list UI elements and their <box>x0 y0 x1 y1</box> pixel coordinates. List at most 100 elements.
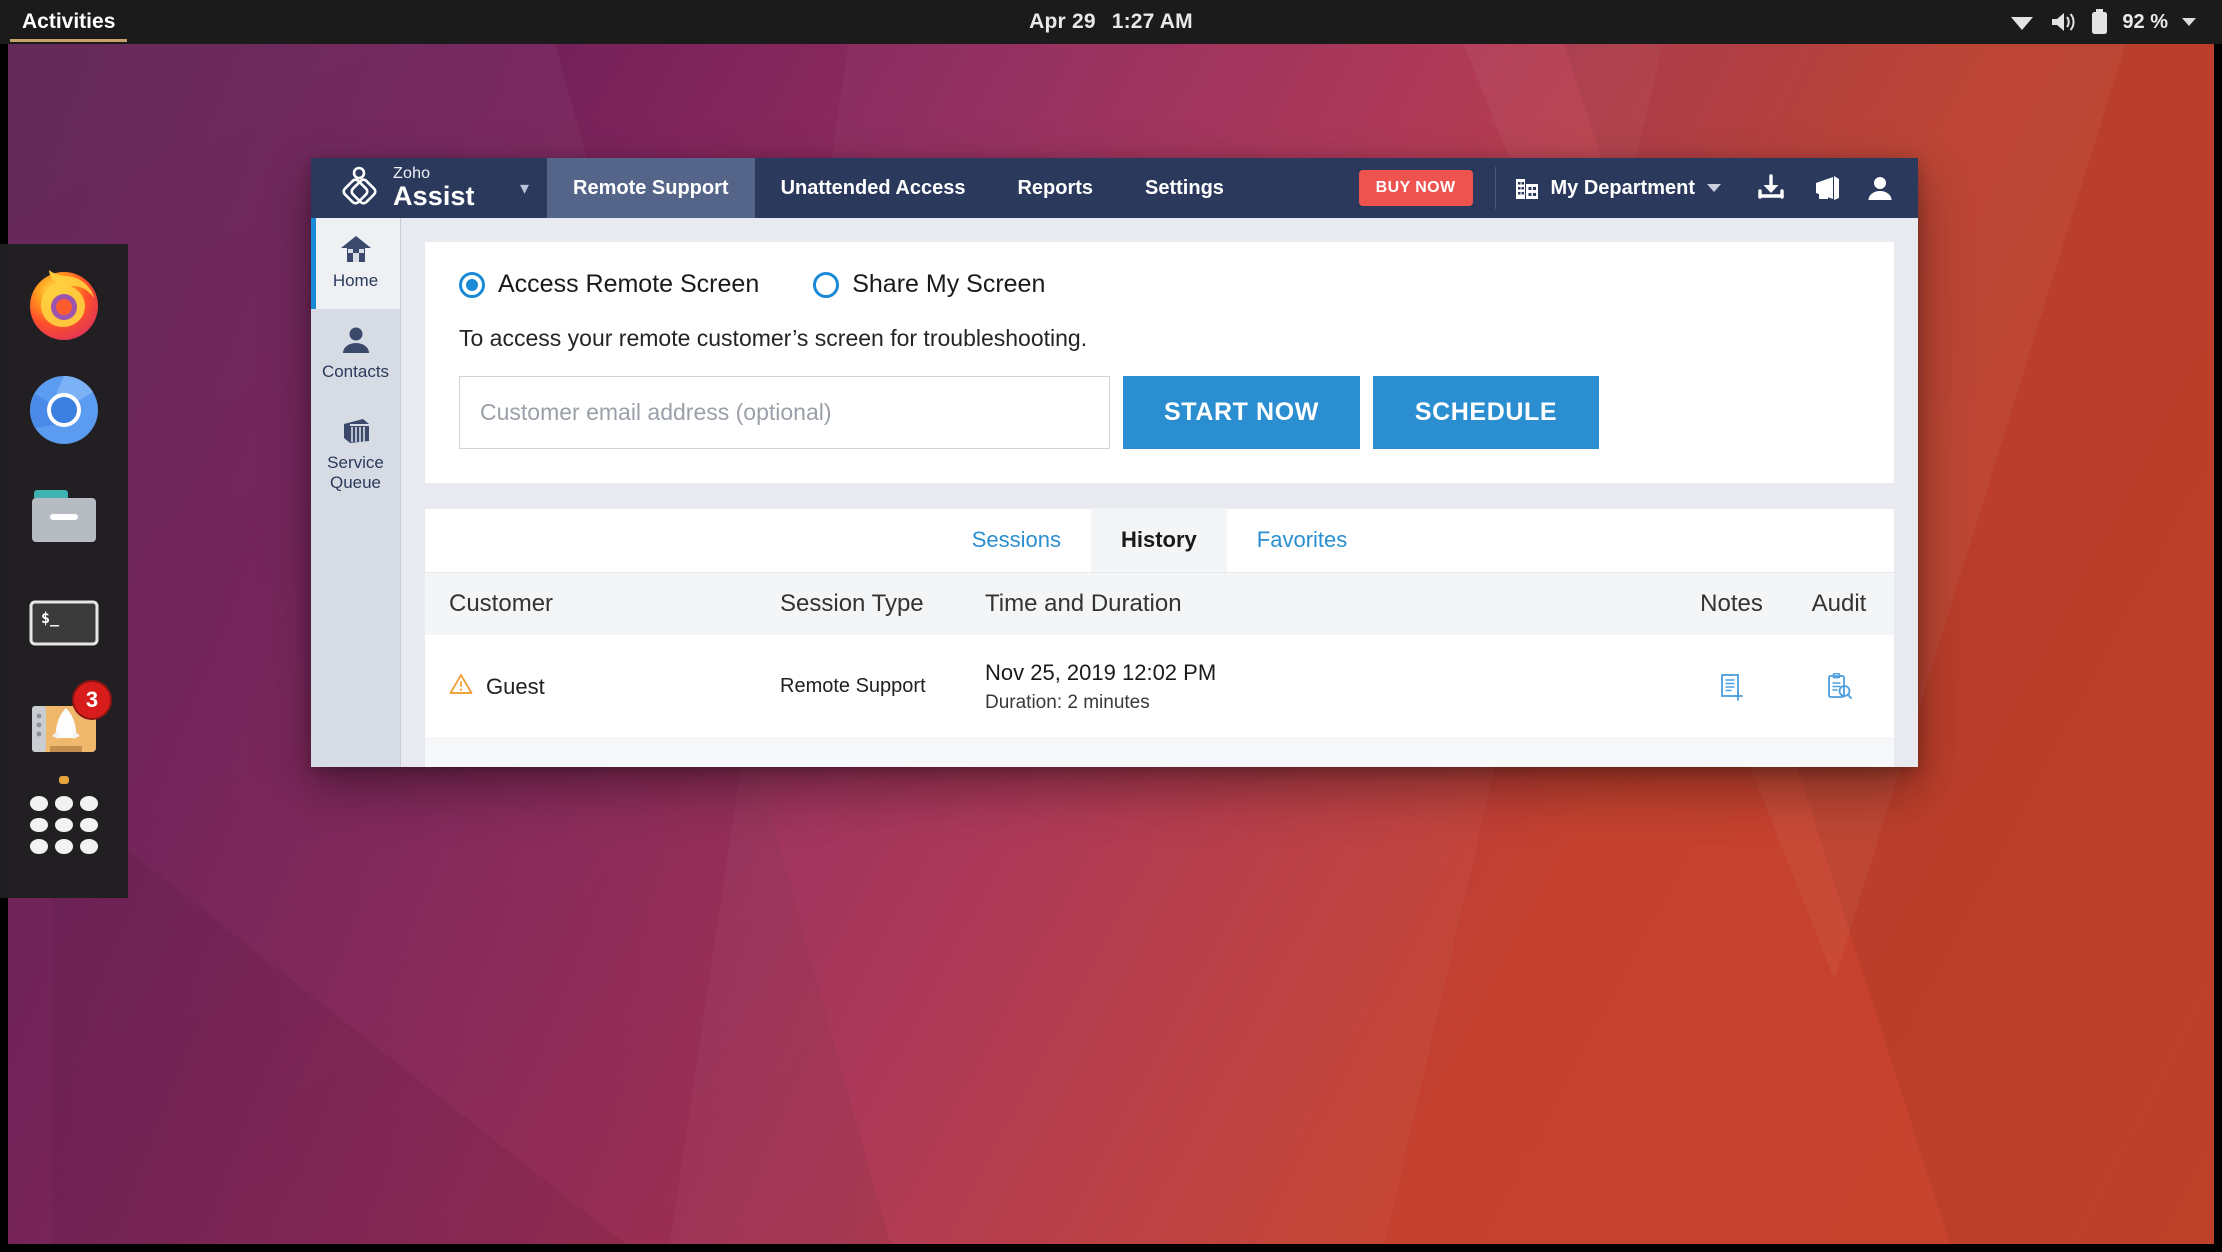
cell-customer-name: Guest <box>486 673 545 699</box>
battery-percentage: 92 % <box>2122 10 2168 33</box>
app-header-actions: BUY NOW My Department <box>1358 158 1918 218</box>
zoho-assist-window: Zoho Assist ▾ Remote Support Unattended … <box>311 158 1918 767</box>
tab-label: Favorites <box>1256 527 1348 552</box>
cell-time-and-duration: Nov 8, 2019 12:21 PM Duration: a few sec… <box>985 760 1679 767</box>
history-tab-bar: Sessions History Favorites <box>425 508 1894 573</box>
dock-item-firefox[interactable] <box>22 262 106 346</box>
department-selector[interactable]: My Department <box>1514 175 1732 201</box>
nav-tab-label: Remote Support <box>573 176 729 199</box>
radio-label: Access Remote Screen <box>498 270 760 298</box>
files-icon <box>32 490 96 542</box>
cell-customer: Guest <box>425 673 780 701</box>
brand-chevron-down-icon[interactable]: ▾ <box>520 178 529 199</box>
activities-button[interactable]: Activities <box>0 0 137 44</box>
app-header-bar: Zoho Assist ▾ Remote Support Unattended … <box>311 158 1918 218</box>
department-label: My Department <box>1550 176 1695 199</box>
nav-tab-label: Settings <box>1145 176 1224 199</box>
screen: Activities Apr 29 1:27 AM 92 % $_ 3 Zoho… <box>0 0 2222 1252</box>
tab-sessions[interactable]: Sessions <box>942 508 1091 572</box>
show-applications-icon <box>22 792 106 858</box>
sidebar-item-label: Service <box>327 453 384 473</box>
left-sidebar: Home Contacts Service Queue <box>311 218 401 767</box>
radio-label: Share My Screen <box>852 270 1046 298</box>
column-header-customer: Customer <box>449 590 554 617</box>
dock-running-indicator <box>59 776 69 784</box>
sidebar-item-label: Contacts <box>321 362 390 382</box>
chromium-icon <box>30 375 98 444</box>
nav-tab-reports[interactable]: Reports <box>991 158 1119 218</box>
sidebar-item-home[interactable]: Home <box>311 218 400 310</box>
column-header-notes: Notes <box>1700 590 1763 617</box>
dock-item-show-applications[interactable] <box>22 792 106 876</box>
warning-triangle-icon <box>449 673 473 701</box>
start-session-card: Access Remote Screen Share My Screen To … <box>425 242 1894 483</box>
svg-text:$_: $_ <box>41 609 60 627</box>
building-icon <box>1514 175 1540 201</box>
cell-time-and-duration: Nov 25, 2019 12:02 PM Duration: 2 minute… <box>985 656 1679 718</box>
app-body: Home Contacts Service Queue Access Remot… <box>311 218 1918 767</box>
gnome-top-bar: Activities Apr 29 1:27 AM 92 % <box>0 0 2222 44</box>
radio-access-remote-screen[interactable]: Access Remote Screen <box>459 270 759 299</box>
start-session-form: START NOW SCHEDULE <box>459 376 1860 449</box>
radio-dot <box>813 271 840 298</box>
table-row[interactable]: malcolm.d@zylker.com Remote Support Nov … <box>425 739 1894 767</box>
nav-tab-settings[interactable]: Settings <box>1119 158 1250 218</box>
sidebar-item-label: Home <box>332 271 379 290</box>
nav-tab-label: Reports <box>1017 176 1094 199</box>
chevron-down-icon <box>1706 183 1722 194</box>
table-body: Guest Remote Support Nov 25, 2019 12:02 … <box>425 635 1894 767</box>
column-header-time-and-duration: Time and Duration <box>985 590 1182 617</box>
sidebar-item-service-queue[interactable]: Service Queue <box>311 400 400 511</box>
dock-item-files[interactable] <box>22 474 106 558</box>
user-icon[interactable] <box>1866 174 1918 202</box>
contacts-icon <box>315 325 396 355</box>
start-now-button[interactable]: START NOW <box>1123 376 1360 449</box>
dock-item-ubuntu-software[interactable]: 3 <box>22 680 112 784</box>
activities-label: Activities <box>22 10 116 33</box>
dock-badge-count: 3 <box>72 680 112 720</box>
tab-label: Sessions <box>971 527 1061 552</box>
zoho-assist-logo-icon <box>342 166 377 205</box>
megaphone-icon[interactable] <box>1810 173 1842 203</box>
nav-tab-remote-support[interactable]: Remote Support <box>547 158 755 218</box>
table-header-row: Customer Session Type Time and Duration … <box>425 573 1894 635</box>
brand-logo-area[interactable]: Zoho Assist ▾ <box>311 158 547 218</box>
sidebar-item-label-2: Queue <box>329 473 382 493</box>
tab-favorites[interactable]: Favorites <box>1227 508 1377 572</box>
dock-item-terminal[interactable]: $_ <box>22 580 106 664</box>
customer-email-input[interactable] <box>459 376 1110 449</box>
dock-item-chromium[interactable] <box>22 368 106 452</box>
cell-timestamp: Nov 25, 2019 12:02 PM <box>985 659 1217 685</box>
audit-clipboard-search-icon[interactable] <box>1784 672 1894 701</box>
sidebar-item-contacts[interactable]: Contacts <box>311 309 400 400</box>
ubuntu-dock: $_ 3 <box>0 244 128 898</box>
nav-tab-label: Unattended Access <box>780 176 966 199</box>
home-icon <box>315 234 396 264</box>
clock-date: Apr 29 <box>1029 10 1096 33</box>
tab-label: History <box>1121 527 1197 552</box>
table-row[interactable]: Guest Remote Support Nov 25, 2019 12:02 … <box>425 635 1894 739</box>
clock-time: 1:27 AM <box>1111 10 1193 33</box>
radio-share-my-screen[interactable]: Share My Screen <box>813 270 1045 299</box>
helper-text: To access your remote customer’s screen … <box>459 325 1088 351</box>
column-header-session-type: Session Type <box>780 590 924 617</box>
terminal-icon: $_ <box>29 600 99 646</box>
wifi-icon <box>2009 11 2035 33</box>
main-content: Access Remote Screen Share My Screen To … <box>401 218 1918 767</box>
tab-history[interactable]: History <box>1091 508 1227 572</box>
download-icon[interactable] <box>1756 173 1786 203</box>
session-mode-radio-group: Access Remote Screen Share My Screen <box>459 270 1860 299</box>
brand-line-assist: Assist <box>393 181 475 212</box>
schedule-button[interactable]: SCHEDULE <box>1373 376 1599 449</box>
battery-icon <box>2091 9 2108 35</box>
cell-timestamp: Nov 8, 2019 12:21 PM <box>985 760 1679 767</box>
system-tray[interactable]: 92 % <box>2009 0 2196 44</box>
nav-tab-unattended-access[interactable]: Unattended Access <box>755 158 992 218</box>
chevron-down-icon[interactable] <box>2182 18 2196 26</box>
clock[interactable]: Apr 29 1:27 AM <box>0 0 2222 44</box>
add-note-icon[interactable] <box>1679 673 1784 701</box>
column-header-audit: Audit <box>1811 590 1867 617</box>
volume-icon <box>2049 10 2077 34</box>
header-divider <box>1494 167 1496 209</box>
buy-now-button[interactable]: BUY NOW <box>1358 170 1473 206</box>
